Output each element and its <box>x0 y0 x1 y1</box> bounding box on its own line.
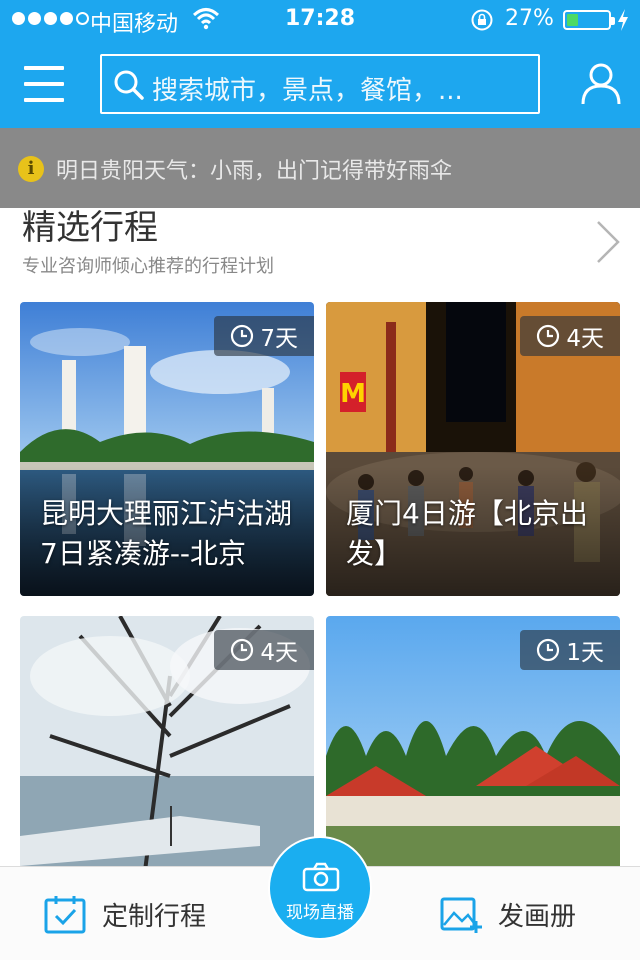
tab-post-album[interactable]: 发画册 <box>440 867 576 960</box>
clock-icon <box>537 638 560 662</box>
rotation-lock-icon <box>471 9 493 31</box>
trip-card[interactable]: 7天 昆明大理丽江泸沽湖7日紧凑游--北京 <box>20 302 314 596</box>
clock-icon <box>231 638 254 662</box>
live-broadcast-button[interactable]: 现场直播 <box>268 836 372 940</box>
camera-icon <box>302 862 340 892</box>
user-profile-icon[interactable] <box>580 62 622 106</box>
duration-badge: 7天 <box>214 316 314 356</box>
duration-badge: 4天 <box>520 316 620 356</box>
info-icon: i <box>18 156 44 182</box>
duration-label: 4天 <box>260 640 298 666</box>
status-bar: 中国移动 17:28 27% <box>0 0 640 40</box>
tab-post-album-label: 发画册 <box>498 901 577 932</box>
charging-icon <box>618 9 628 31</box>
duration-label: 7天 <box>260 326 298 352</box>
svg-text:M: M <box>340 379 366 409</box>
clock-icon <box>537 324 560 348</box>
trip-title: 厦门4日游【北京出发】 <box>346 497 588 570</box>
chevron-right-icon[interactable] <box>594 218 622 266</box>
tab-custom-trip[interactable]: 定制行程 <box>44 867 206 960</box>
duration-label: 4天 <box>566 326 604 352</box>
menu-button[interactable] <box>24 66 64 102</box>
tab-custom-trip-label: 定制行程 <box>102 901 207 932</box>
search-placeholder: 搜索城市，景点，餐馆，... <box>152 76 463 106</box>
battery-icon <box>563 10 615 30</box>
duration-label: 1天 <box>566 640 604 666</box>
live-broadcast-label: 现场直播 <box>286 903 354 923</box>
search-icon <box>114 70 144 100</box>
weather-notice[interactable]: i 明日贵阳天气：小雨，出门记得带好雨伞 <box>18 154 452 184</box>
trip-title: 昆明大理丽江泸沽湖7日紧凑游--北京 <box>40 497 293 570</box>
duration-badge: 4天 <box>214 630 314 670</box>
duration-badge: 1天 <box>520 630 620 670</box>
section-subtitle: 专业咨询师倾心推荐的行程计划 <box>22 256 274 277</box>
top-bar: 中国移动 17:28 27% 搜索城市，景点，餐馆，... <box>0 0 640 128</box>
add-photo-icon <box>440 897 482 933</box>
weather-notice-text: 明日贵阳天气：小雨，出门记得带好雨伞 <box>56 159 453 184</box>
trip-card[interactable]: M 4天 厦门4日游【北京出发】 <box>326 302 620 596</box>
calendar-check-icon <box>44 896 86 934</box>
clock-icon <box>231 324 254 348</box>
battery-percent: 27% <box>505 6 554 31</box>
search-box[interactable]: 搜索城市，景点，餐馆，... <box>100 54 540 114</box>
